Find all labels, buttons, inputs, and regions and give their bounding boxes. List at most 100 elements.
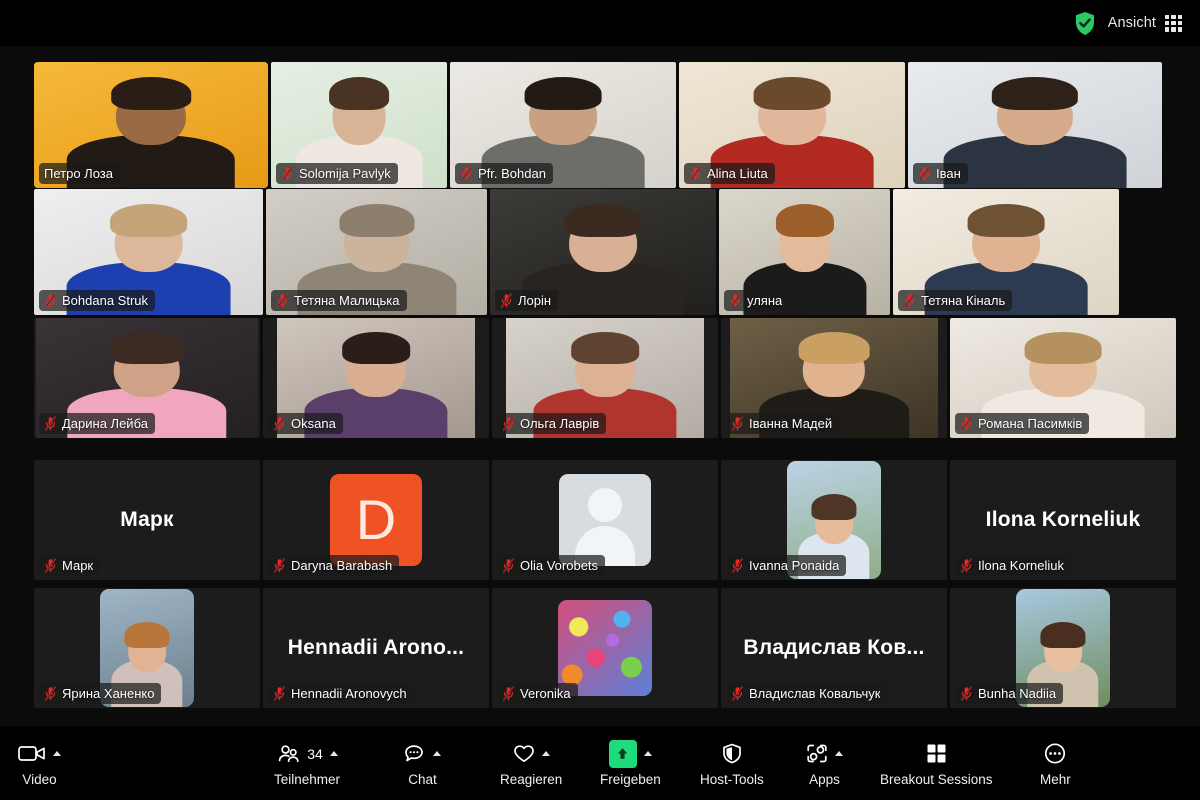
muted-mic-icon	[961, 415, 972, 431]
participant-name-text: Ольга Лаврів	[520, 415, 600, 431]
participant-tile[interactable]: Hennadii Arono... Hennadii Aronovych	[263, 588, 489, 708]
toolbar-item-label: Breakout Sessions	[880, 771, 993, 787]
participant-name-text: Ярина Ханенко	[62, 685, 155, 701]
muted-mic-icon	[732, 685, 743, 701]
participant-name-label: Ilona Korneliuk	[955, 555, 1071, 576]
participant-tile[interactable]: Тетяна Кіналь	[893, 189, 1119, 315]
participant-tile[interactable]: Петро Лоза	[34, 62, 268, 188]
participant-tile[interactable]: Ярина Ханенко	[34, 588, 260, 708]
participant-tile[interactable]: Pfr. Bohdan	[450, 62, 676, 188]
muted-mic-icon	[274, 685, 285, 701]
participant-name-label: Ivanna Ponaida	[726, 555, 847, 576]
participant-tile[interactable]: Іван	[908, 62, 1162, 188]
gallery-row: Дарина Лейба Oksana Ольга Лаврів Іванна …	[34, 318, 1176, 438]
shield-icon[interactable]	[722, 743, 742, 764]
toolbar-item-teilnehmer[interactable]: 34 Teilnehmer	[274, 732, 340, 794]
toolbar-item-host-tools[interactable]: Host-Tools	[700, 732, 764, 794]
participant-tile[interactable]: Дарина Лейба	[34, 318, 260, 438]
toolbar-item-label: Teilnehmer	[274, 771, 341, 787]
participant-tile[interactable]: Владислав Ков... Владислав Ковальчук	[721, 588, 947, 708]
muted-mic-icon	[501, 292, 512, 308]
participant-tile[interactable]: уляна	[719, 189, 890, 315]
grid-view-icon[interactable]	[1165, 14, 1182, 32]
participant-name-text: Bohdana Struk	[62, 292, 149, 308]
participants-icon[interactable]	[276, 744, 300, 764]
toolbar-item-apps[interactable]: Apps	[806, 732, 843, 794]
participant-name-text: Daryna Barabash	[291, 557, 393, 573]
chevron-up-icon[interactable]	[53, 751, 61, 756]
placeholder-name-text: Владислав Ков...	[743, 636, 925, 659]
toolbar-item-chat[interactable]: Chat	[404, 732, 441, 794]
muted-mic-icon	[904, 292, 915, 308]
toolbar-item-breakout-sessions[interactable]: Breakout Sessions	[880, 732, 993, 794]
participant-name-label: Іван	[913, 163, 968, 184]
muted-mic-icon	[44, 557, 57, 573]
participant-name-text: Olia Vorobets	[520, 557, 599, 573]
participant-tile[interactable]: Іванна Мадей	[721, 318, 947, 438]
participant-tile[interactable]: Olia Vorobets	[492, 460, 718, 580]
heart-icon[interactable]	[513, 743, 535, 764]
participant-name-label: Тетяна Малицька	[271, 290, 407, 311]
muted-mic-icon	[689, 165, 702, 181]
participant-tile[interactable]: Тетяна Малицька	[266, 189, 487, 315]
participant-name-label: Pfr. Bohdan	[455, 163, 553, 184]
shield-check-icon[interactable]	[1074, 11, 1096, 36]
participant-name-text: Іван	[936, 165, 961, 181]
chevron-up-icon[interactable]	[541, 751, 550, 756]
muted-mic-icon	[903, 292, 916, 308]
participant-name-text: Ilona Korneliuk	[978, 557, 1064, 573]
muted-mic-icon	[45, 292, 56, 308]
chevron-up-icon[interactable]	[835, 751, 843, 756]
gallery-row: Bohdana Struk Тетяна Малицька Лорін улян…	[34, 189, 1166, 315]
chat-bubble-icon[interactable]	[404, 744, 426, 763]
participant-gallery: Петро Лоза Solomija Pavlyk Pfr. Bohdan A…	[0, 46, 1200, 726]
breakout-squares-icon[interactable]	[926, 743, 947, 764]
apps-icon[interactable]	[806, 743, 828, 764]
participant-tile[interactable]: Ivanna Ponaida	[721, 460, 947, 580]
participant-tile[interactable]: Романа Пасимків	[950, 318, 1176, 438]
toolbar-item-video[interactable]: Video	[18, 732, 61, 794]
view-button[interactable]: Ansicht	[1108, 14, 1182, 32]
more-dots-icon[interactable]	[1044, 743, 1066, 764]
share-screen-icon[interactable]	[608, 739, 637, 768]
participant-name-text: Романа Пасимків	[978, 415, 1083, 431]
participant-tile[interactable]: Ольга Лаврів	[492, 318, 718, 438]
participant-tile[interactable]: Ilona Korneliuk Ilona Korneliuk	[950, 460, 1176, 580]
participant-tile[interactable]: Alina Liuta	[679, 62, 905, 188]
participant-tile[interactable]: Oksana	[263, 318, 489, 438]
participant-tile[interactable]: Лорін	[490, 189, 716, 315]
participant-name-text: Дарина Лейба	[62, 415, 148, 431]
muted-mic-icon	[731, 557, 744, 573]
participant-name-text: уляна	[747, 292, 783, 308]
participant-tile[interactable]: Марк Марк	[34, 460, 260, 580]
muted-mic-icon	[503, 685, 514, 701]
muted-mic-icon	[500, 292, 513, 308]
participant-name-label: Петро Лоза	[39, 163, 120, 184]
toolbar-item-mehr[interactable]: Mehr	[1040, 732, 1071, 794]
toolbar-item-label: Reagieren	[500, 771, 563, 787]
toolbar-item-freigeben[interactable]: Freigeben	[600, 732, 661, 794]
muted-mic-icon	[277, 292, 288, 308]
participant-name-text: Ivanna Ponaida	[749, 557, 840, 573]
participant-name-label: Veronika	[497, 683, 578, 704]
participant-name-label: Daryna Barabash	[268, 555, 400, 576]
participant-tile[interactable]: Bunha Nadiia	[950, 588, 1176, 708]
video-camera-icon[interactable]	[18, 743, 46, 764]
placeholder-name-text: Марк	[120, 508, 174, 531]
share-screen-icon[interactable]	[608, 739, 637, 768]
participant-tile[interactable]: D Daryna Barabash	[263, 460, 489, 580]
chevron-up-icon[interactable]	[433, 751, 441, 756]
participant-count: 34	[307, 745, 323, 762]
participant-name-text: Тетяна Малицька	[294, 292, 400, 308]
participant-tile[interactable]: Bohdana Struk	[34, 189, 263, 315]
participant-tile[interactable]: Veronika	[492, 588, 718, 708]
participant-name-text: Тетяна Кіналь	[921, 292, 1006, 308]
participant-name-label: уляна	[724, 290, 790, 311]
chevron-up-icon[interactable]	[643, 751, 652, 756]
participant-tile[interactable]: Solomija Pavlyk	[271, 62, 447, 188]
chevron-up-icon[interactable]	[329, 751, 338, 756]
toolbar-item-reagieren[interactable]: Reagieren	[500, 732, 562, 794]
muted-mic-icon	[274, 415, 285, 431]
muted-mic-icon	[731, 415, 744, 431]
participant-name-label: Дарина Лейба	[39, 413, 155, 434]
